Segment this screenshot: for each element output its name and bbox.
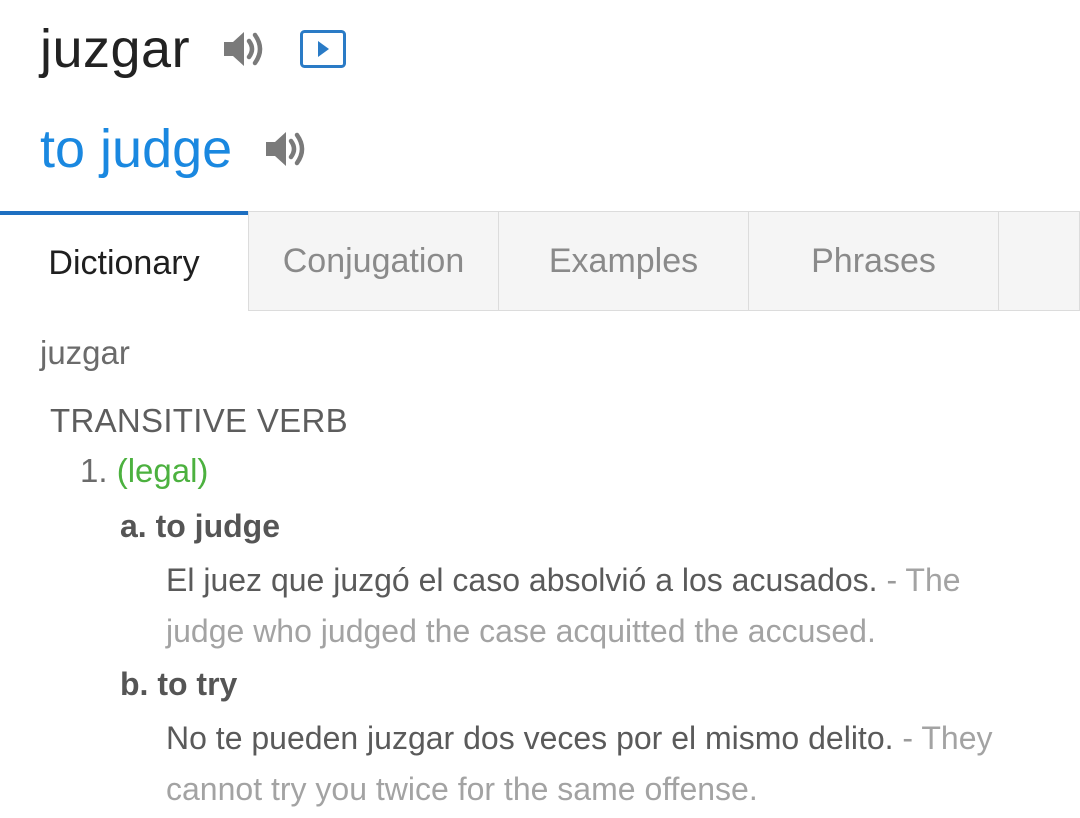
sense-header: 1. (legal) (80, 452, 208, 490)
tab-bar-filler (998, 211, 1080, 311)
example-spanish: El juez que juzgó el caso absolvió a los… (166, 562, 878, 598)
example-sentence: El juez que juzgó el caso absolvió a los… (166, 555, 1046, 657)
subsense-label: a. to judge (120, 508, 280, 544)
translation-row: to judge (40, 112, 310, 186)
tab-bar: Dictionary Conjugation Examples Phrases (0, 211, 1080, 311)
tab-phrases[interactable]: Phrases (748, 211, 998, 311)
example-separator: - (902, 720, 914, 756)
part-of-speech: TRANSITIVE VERB (50, 402, 348, 439)
subsense-label: b. to try (120, 666, 238, 702)
speaker-icon[interactable] (220, 25, 268, 73)
entry-word: juzgar (40, 334, 130, 371)
tab-dictionary[interactable]: Dictionary (0, 211, 248, 311)
headword-row: juzgar (40, 14, 347, 84)
dictionary-page: juzgar to judge Dictionary Conjugation E… (0, 0, 1080, 818)
tab-conjugation[interactable]: Conjugation (248, 211, 498, 311)
example-sentence: No te pueden juzgar dos veces por el mis… (166, 713, 1046, 815)
speaker-icon[interactable] (262, 125, 310, 173)
sense-number: 1. (80, 452, 108, 489)
sense-tag: (legal) (116, 452, 209, 489)
example-spanish: No te pueden juzgar dos veces por el mis… (166, 720, 894, 756)
play-video-icon[interactable] (300, 30, 347, 68)
tab-examples[interactable]: Examples (498, 211, 748, 311)
headword: juzgar (40, 19, 191, 79)
translation-heading: to judge (40, 119, 233, 179)
example-separator: - (886, 562, 898, 598)
